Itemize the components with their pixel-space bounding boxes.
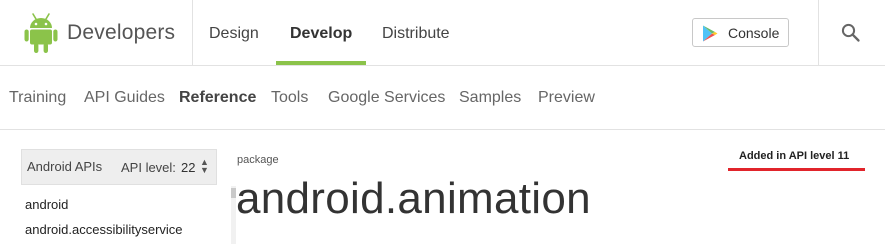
- top-header: Developers Design Develop Distribute Con…: [0, 0, 885, 66]
- brand-name[interactable]: Developers: [67, 21, 175, 45]
- subnav-google-services[interactable]: Google Services: [328, 89, 445, 107]
- search-icon[interactable]: [841, 23, 861, 43]
- subnav-api-guides[interactable]: API Guides: [84, 89, 165, 107]
- page-kind-label: package: [237, 154, 279, 166]
- select-arrows-icon[interactable]: ▲ ▼: [200, 158, 209, 175]
- nav-design[interactable]: Design: [209, 25, 259, 43]
- subnav-tools[interactable]: Tools: [271, 89, 308, 107]
- api-level-select[interactable]: 22: [181, 160, 195, 175]
- header-divider: [818, 0, 819, 66]
- subnav-samples[interactable]: Samples: [459, 89, 521, 107]
- package-link-android[interactable]: android: [25, 197, 68, 212]
- play-store-icon: [703, 25, 718, 42]
- subnav-reference[interactable]: Reference: [179, 89, 256, 107]
- package-list: android android.accessibilityservice: [21, 186, 236, 244]
- android-logo-icon[interactable]: [24, 12, 58, 54]
- nav-distribute[interactable]: Distribute: [382, 25, 450, 43]
- package-link-accessibilityservice[interactable]: android.accessibilityservice: [25, 222, 183, 237]
- console-label: Console: [728, 25, 780, 41]
- console-button[interactable]: Console: [692, 18, 789, 47]
- nav-develop[interactable]: Develop: [290, 25, 352, 43]
- subnav-preview[interactable]: Preview: [538, 89, 595, 107]
- sidebar-title: Android APIs: [27, 159, 103, 174]
- api-level-underline: [728, 168, 865, 171]
- sidebar-header: Android APIs API level: 22 ▲ ▼: [21, 149, 217, 185]
- active-nav-indicator: [276, 61, 366, 65]
- header-divider: [192, 0, 193, 66]
- page-title: android.animation: [236, 174, 591, 223]
- api-level-label: API level:: [121, 160, 176, 175]
- subnav-training[interactable]: Training: [9, 89, 66, 107]
- sub-navigation: Training API Guides Reference Tools Goog…: [0, 67, 885, 130]
- api-level-added-badge: Added in API level 11: [739, 150, 850, 162]
